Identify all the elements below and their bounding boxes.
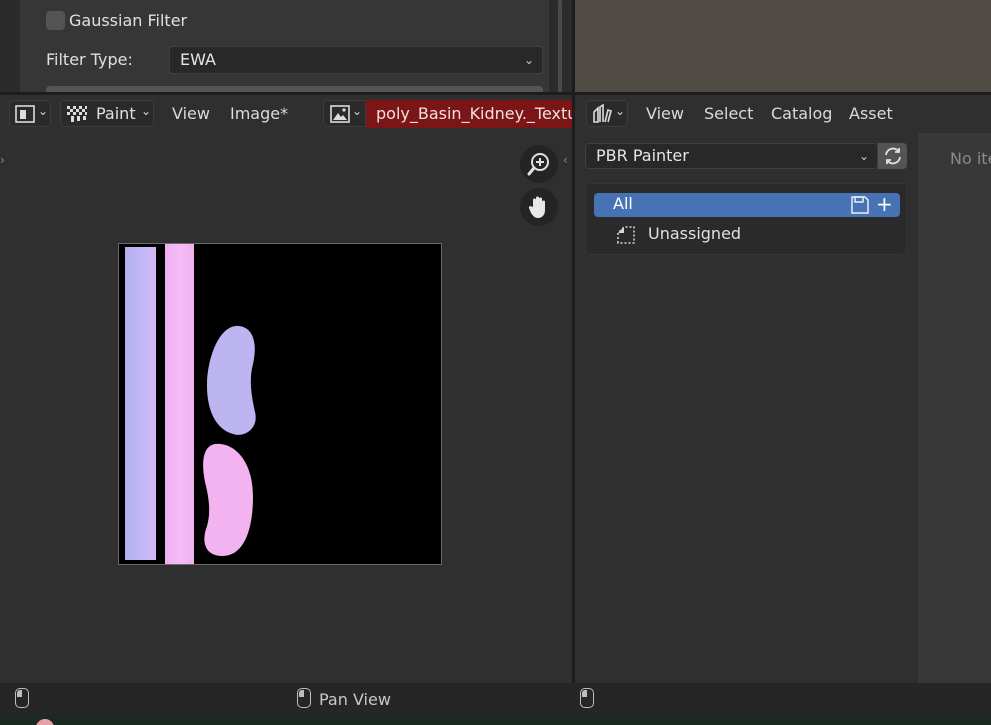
properties-scrollbar[interactable] (558, 0, 562, 93)
texture-canvas[interactable] (118, 243, 442, 565)
mode-dropdown[interactable]: Paint ⌄ (60, 100, 154, 127)
viewport-3d[interactable] (575, 0, 991, 92)
mode-label: Paint (96, 104, 136, 123)
chevron-down-icon: ⌄ (141, 104, 152, 118)
zoom-in-icon (526, 151, 552, 177)
mouse-left-icon (15, 688, 29, 708)
catalog-tree: All + Unassigned (585, 183, 907, 255)
catalog-item-all[interactable]: All + (594, 192, 900, 217)
chevron-down-icon: ⌄ (38, 104, 49, 118)
save-icon[interactable] (850, 195, 870, 215)
mouse-right-icon (580, 688, 594, 708)
menu-image[interactable]: Image* (230, 104, 288, 123)
texture-uv-strip-pink (165, 244, 194, 564)
filter-type-dropdown[interactable]: EWA ⌄ (169, 46, 543, 74)
gaussian-filter-label[interactable]: Gaussian Filter (69, 11, 187, 30)
chevron-down-icon: ⌄ (523, 53, 534, 67)
catalog-item-label: Unassigned (648, 224, 742, 243)
image-editor[interactable]: ⌄ Paint ⌄ View Image* ⌄ poly_Basin_Kidne… (0, 95, 572, 683)
image-editor-icon (15, 105, 35, 123)
add-catalog-icon[interactable]: + (876, 192, 893, 216)
status-bar: Pan View (0, 683, 991, 714)
editor-type-button[interactable]: ⌄ (9, 100, 51, 127)
catalog-item-label: All (613, 194, 633, 213)
menu-asset[interactable]: Asset (849, 104, 893, 123)
empty-message: No ite (950, 149, 991, 168)
editor-type-button[interactable]: ⌄ (586, 100, 628, 127)
menu-catalog[interactable]: Catalog (771, 104, 832, 123)
gaussian-filter-checkbox[interactable] (46, 11, 65, 30)
properties-panel: Gaussian Filter Filter Type: EWA ⌄ (0, 0, 572, 93)
image-icon (330, 105, 350, 123)
mouse-middle-icon (297, 688, 311, 708)
asset-list-area[interactable]: No ite (918, 133, 991, 683)
chevron-down-icon: ⌄ (352, 104, 363, 118)
pan-button[interactable] (520, 188, 558, 226)
horizontal-area-divider[interactable] (0, 92, 991, 95)
avatar[interactable] (36, 719, 54, 725)
asset-browser-icon (592, 104, 612, 124)
menu-view[interactable]: View (172, 104, 210, 123)
sidebar-expand-arrow-icon[interactable]: ‹ (563, 153, 568, 167)
image-name-field[interactable]: poly_Basin_Kidney._Textur (366, 100, 572, 128)
menu-select[interactable]: Select (704, 104, 753, 123)
texture-uv-strip-lavender (125, 247, 156, 560)
chevron-down-icon: ⌄ (858, 149, 869, 163)
status-hint-label: Pan View (319, 690, 391, 709)
image-browse-button[interactable]: ⌄ (323, 100, 366, 127)
filter-type-label: Filter Type: (46, 50, 133, 69)
asset-browser: ⌄ View Select Catalog Asset No ite PBR P… (575, 95, 991, 683)
asset-browser-header: ⌄ View Select Catalog Asset (575, 95, 991, 133)
menu-view[interactable]: View (646, 104, 684, 123)
chevron-down-icon: ⌄ (615, 104, 626, 118)
image-editor-header: ⌄ Paint ⌄ View Image* ⌄ poly_Basin_Kidne… (0, 95, 572, 133)
zoom-button[interactable] (520, 145, 558, 183)
vertical-area-divider[interactable] (572, 0, 575, 714)
hand-icon (527, 194, 551, 220)
refresh-library-button[interactable] (878, 143, 907, 169)
asset-library-dropdown[interactable]: PBR Painter ⌄ (585, 143, 878, 169)
filter-type-value: EWA (180, 50, 216, 69)
catalog-item-unassigned[interactable]: Unassigned (594, 223, 900, 247)
texture-uv-kidney-lavender (205, 324, 257, 438)
asset-library-value: PBR Painter (596, 146, 689, 165)
refresh-icon (882, 146, 904, 166)
toolbar-expand-arrow-icon[interactable]: › (0, 153, 5, 167)
texture-uv-kidney-pink (201, 442, 257, 560)
paint-mode-icon (66, 105, 88, 123)
taskbar-strip (0, 714, 991, 725)
unassigned-catalog-icon (616, 225, 636, 245)
